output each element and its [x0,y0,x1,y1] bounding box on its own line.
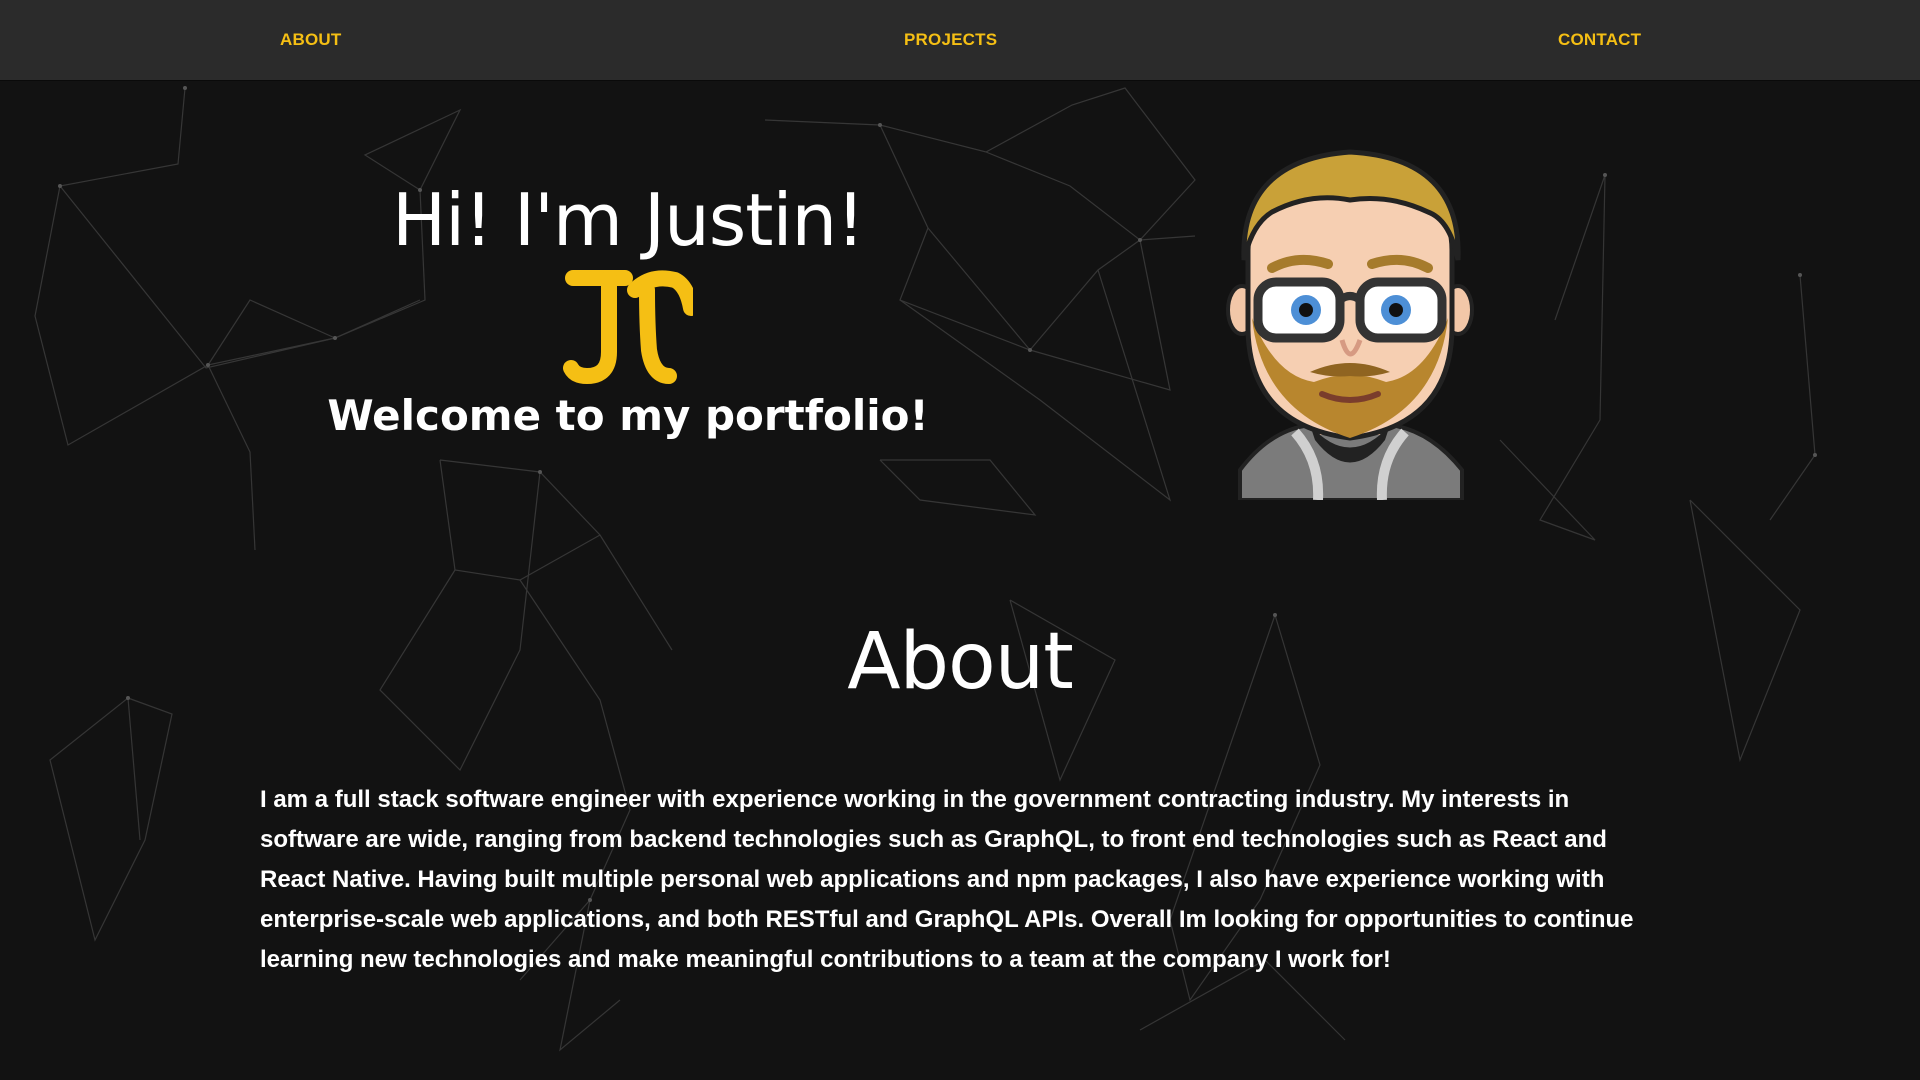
hero-intro: Hi! I'm Justin! Welcome to my portfolio! [300,180,956,442]
bitmoji-avatar [1226,149,1474,500]
hero-welcome: Welcome to my portfolio! [327,391,929,440]
nav-link-projects[interactable]: PROJECTS [904,0,997,80]
about-title: About [847,617,1074,707]
nav-link-about[interactable]: ABOUT [280,0,341,80]
top-navbar: ABOUT PROJECTS CONTACT [0,0,1920,80]
about-paragraph: I am a full stack software engineer with… [260,786,1634,973]
nav-link-contact[interactable]: CONTACT [1558,0,1641,80]
jt-monogram-logo [300,264,956,392]
hero-section: Hi! I'm Justin! Welcome to my portfolio! [0,80,1920,560]
about-section: About I am a full stack software enginee… [0,560,1920,1080]
hero-greeting: Hi! I'm Justin! [391,178,865,262]
